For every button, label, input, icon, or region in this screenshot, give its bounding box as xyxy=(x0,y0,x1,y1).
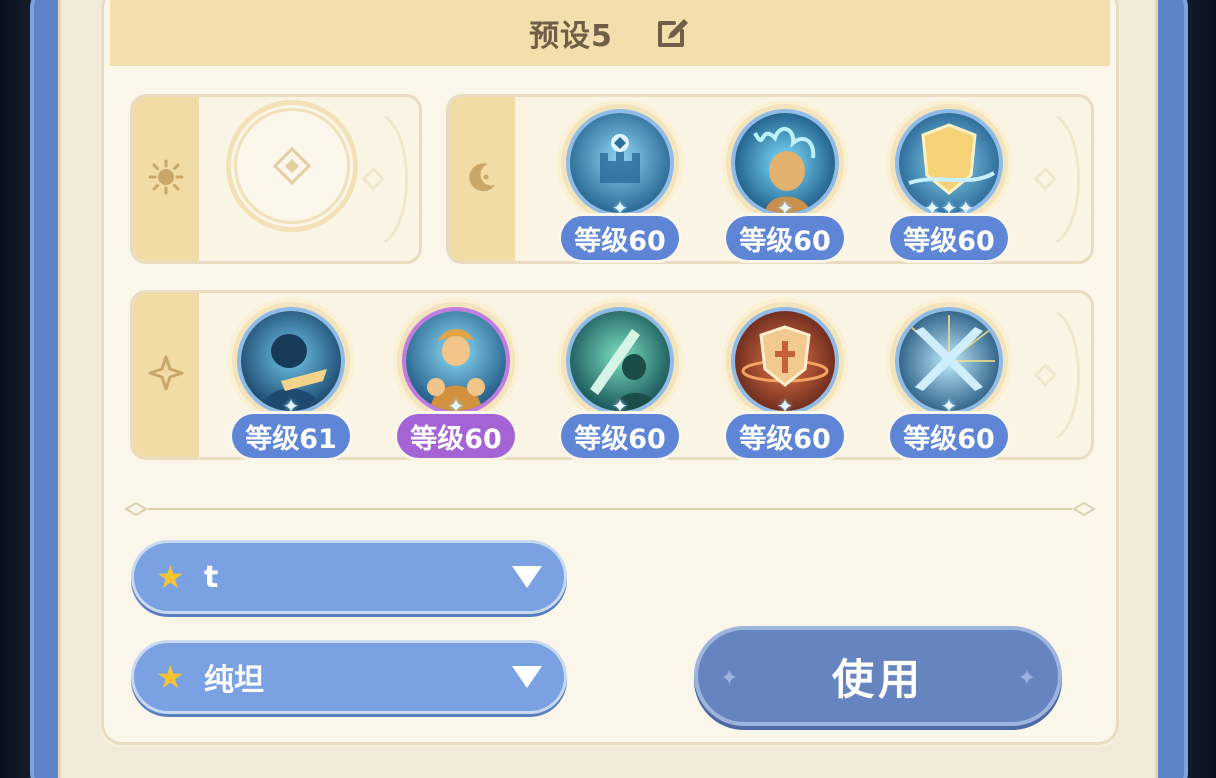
skill-slot[interactable]: ✦✦✦ 等级60 xyxy=(884,100,1014,260)
use-button-label: 使用 xyxy=(831,654,924,704)
skill-slot[interactable]: ✦ 等级60 xyxy=(720,100,850,260)
sparkle-icon xyxy=(148,355,184,395)
level-badge: 等级60 xyxy=(890,414,1008,458)
sparkle-right-icon: ✦ xyxy=(1017,666,1036,691)
row-ornament xyxy=(1033,115,1080,243)
empty-slot[interactable] xyxy=(226,100,358,232)
level-badge: 等级60 xyxy=(726,414,844,458)
dropdown-arrow-icon xyxy=(512,566,542,588)
section-divider xyxy=(124,501,1096,517)
sun-icon xyxy=(148,159,184,199)
skill-slot[interactable]: ✦ 等级61 xyxy=(226,298,356,458)
row-tab-star xyxy=(133,293,199,457)
level-badge: 等级61 xyxy=(232,414,350,458)
star-icon: ★ xyxy=(156,558,185,596)
skill-slot[interactable]: ✦ 等级60 xyxy=(884,298,1014,458)
row-tab-sun xyxy=(133,97,199,261)
skill-slot[interactable]: ✦ 等级60 xyxy=(555,298,685,458)
skill-slot[interactable]: ✦ 等级60 xyxy=(720,298,850,458)
level-badge: 等级60 xyxy=(726,216,844,260)
level-badge: 等级60 xyxy=(890,216,1008,260)
dropdown-arrow-icon xyxy=(512,666,542,688)
edit-icon[interactable] xyxy=(653,14,691,52)
dropdown-value: 纯坦 xyxy=(204,663,264,698)
moon-icon xyxy=(464,159,500,199)
dropdown-value: t xyxy=(204,559,219,595)
empty-slot-icon xyxy=(272,146,312,186)
level-badge: 等级60 xyxy=(397,414,515,458)
preset-header: 预设5 xyxy=(110,0,1110,66)
level-badge: 等级60 xyxy=(561,414,679,458)
preset-dropdown-2[interactable]: ★ 纯坦 xyxy=(134,643,564,711)
level-badge: 等级60 xyxy=(561,216,679,260)
row-ornament xyxy=(1033,311,1080,439)
background-right xyxy=(1186,0,1216,778)
use-button[interactable]: ✦ 使用 ✦ xyxy=(698,630,1058,722)
preset-dropdown-1[interactable]: ★ t xyxy=(134,543,564,611)
skill-slot[interactable]: ✦ 等级60 xyxy=(555,100,685,260)
row-tab-moon xyxy=(449,97,515,261)
sparkle-left-icon: ✦ xyxy=(720,666,739,691)
skill-slot[interactable]: ✦ 等级60 xyxy=(391,298,521,458)
star-icon: ★ xyxy=(156,658,185,696)
preset-title: 预设5 xyxy=(529,19,613,54)
background-left xyxy=(0,0,30,778)
